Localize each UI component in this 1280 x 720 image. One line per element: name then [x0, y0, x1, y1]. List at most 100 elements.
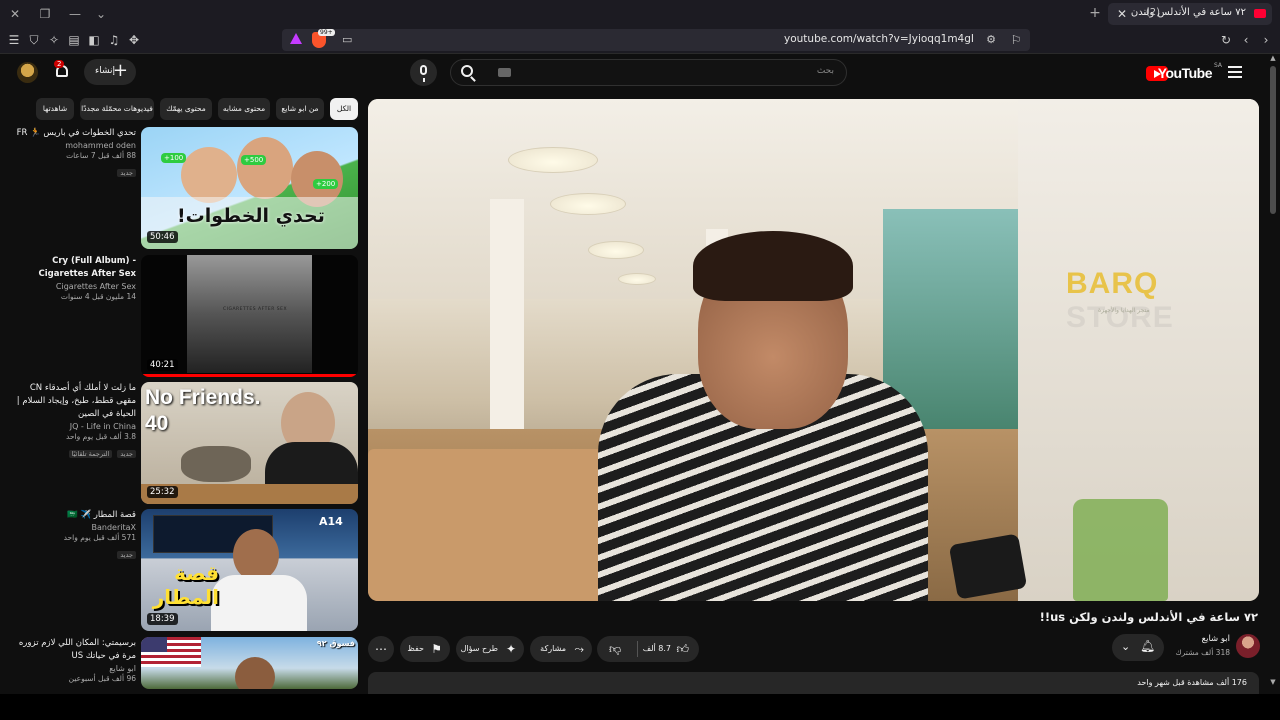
search-input[interactable]: بحث [817, 66, 834, 76]
chip-from-channel[interactable]: من ابو شايع [276, 98, 324, 120]
video-thumbnail[interactable]: CIGARETTES AFTER SEX 40:21 [141, 255, 358, 377]
shield-privacy-icon[interactable]: ⛉ [26, 32, 42, 48]
like-icon[interactable]: 👍︎ [676, 636, 689, 662]
logo-text: YouTube [1157, 65, 1213, 81]
puzzle-icon[interactable]: ✥ [126, 32, 142, 48]
video-title[interactable]: ما زلت لا أملك أي أصدقاء CN مقهى قطط، طب… [8, 382, 136, 421]
scroll-up-icon[interactable]: ▲ [1268, 54, 1278, 62]
search-box[interactable]: بحث [450, 59, 847, 86]
related-video-2[interactable]: CIGARETTES AFTER SEX 40:21 Cry (Full Alb… [6, 255, 358, 377]
reload-icon[interactable]: ↻ [1218, 32, 1234, 48]
create-label: إنشاء [95, 66, 116, 76]
tabs-icon[interactable]: ▤ [66, 32, 82, 48]
channel-avatar[interactable] [1236, 634, 1260, 658]
site-settings-icon[interactable]: ⚙ [986, 33, 996, 46]
share-icon: ⤳ [574, 642, 584, 656]
brave-rewards-icon[interactable] [290, 33, 302, 44]
channel-name[interactable]: Cigarettes After Sex [8, 282, 136, 291]
bottom-bar [0, 694, 1280, 720]
bookmark-icon[interactable]: ⚐ [1008, 32, 1024, 48]
share-label: مشاركة [540, 644, 566, 653]
close-tab-icon[interactable]: ✕ [1114, 6, 1130, 22]
create-button[interactable]: + إنشاء [84, 59, 136, 85]
music-icon[interactable]: ♫ [106, 32, 122, 48]
chip-all[interactable]: الكل [330, 98, 358, 120]
browser-toolbar: ☰ ⛉ ✧ ▤ ◧ ♫ ✥ 99+ ▭ youtube.com/watch?v=… [0, 27, 1280, 54]
thumb-tag: +200 [313, 179, 339, 189]
voice-search-button[interactable] [410, 59, 437, 86]
restore-window-icon[interactable]: ❐ [36, 5, 54, 23]
related-video-5[interactable]: فسوق ٩٢ برسيمتي: المكان اللي لازم تزوره … [6, 637, 358, 689]
channel-name[interactable]: mohammed oden [8, 141, 136, 150]
like-count[interactable]: 8.7 ألف [643, 636, 671, 662]
minimize-window-icon[interactable]: — [66, 5, 84, 23]
new-badge: جديد [117, 551, 136, 559]
scene-lamp [550, 193, 626, 215]
video-duration: 50:46 [147, 231, 178, 243]
thumb-tag: +500 [241, 155, 267, 165]
related-video-4[interactable]: A14 قصة المطار 18:39 قصة المطار ✈️ 🇸🇦 Ba… [6, 509, 358, 631]
more-icon: ⋯ [375, 642, 387, 656]
thumb-title: No Friends. [145, 386, 261, 409]
chip-watched[interactable]: شاهدتها [36, 98, 74, 120]
video-title[interactable]: Cry (Full Album) - Cigarettes After Sex [8, 255, 136, 281]
video-thumbnail[interactable]: فسوق ٩٢ [141, 637, 358, 689]
share-button[interactable]: ⤳ مشاركة [530, 636, 592, 662]
channel-name-main[interactable]: ابو شايع [1202, 634, 1230, 644]
microphone-icon [420, 65, 427, 82]
video-title[interactable]: برسيمتي: المكان اللي لازم تزوره مرة في ح… [8, 637, 136, 663]
video-title[interactable]: قصة المطار ✈️ 🇸🇦 [8, 509, 136, 522]
more-actions-button[interactable]: ⋯ [368, 636, 394, 662]
dislike-icon[interactable]: 👎︎ [609, 636, 621, 662]
ask-label: طرح سؤال [460, 644, 498, 653]
subscribed-button[interactable]: 🔔︎ ⌄ [1112, 634, 1164, 661]
url-text[interactable]: youtube.com/watch?v=Jyioqq1m4gI [784, 33, 974, 45]
page-scrollbar[interactable]: ▲ ▼ [1268, 54, 1278, 694]
account-avatar[interactable] [17, 62, 38, 83]
video-meta: Cry (Full Album) - Cigarettes After Sex … [8, 255, 136, 301]
chip-similar[interactable]: محتوى مشابه [218, 98, 270, 120]
scroll-down-icon[interactable]: ▼ [1268, 678, 1278, 686]
video-thumbnail[interactable]: +100 +500 +200 تحدي الخطوات! 50:46 [141, 127, 358, 249]
new-tab-button[interactable]: + [1086, 4, 1104, 22]
video-duration: 18:39 [147, 613, 178, 625]
browser-tab-bar: ✕ ❐ — ⌄ + ✕ ٧٢ ساعة في الأندلس ولندن (2) [0, 0, 1280, 27]
video-meta: قصة المطار ✈️ 🇸🇦 BanderitaX 571 ألف قبل … [8, 509, 136, 561]
video-meta: تحدي الخطوات في باريس 🏃 FR mohammed oden… [8, 127, 136, 179]
notifications-button[interactable]: 2 [52, 60, 74, 83]
divider [637, 641, 638, 657]
browser-tab-youtube[interactable]: ✕ ٧٢ ساعة في الأندلس ولندن (2) [1108, 3, 1272, 25]
keyboard-icon[interactable] [498, 68, 511, 77]
chip-recently-uploaded[interactable]: فيديوهات محمّلة مجددًا [80, 98, 154, 120]
guide-menu-icon[interactable] [1228, 66, 1242, 78]
video-title[interactable]: تحدي الخطوات في باريس 🏃 FR [8, 127, 136, 140]
menu-icon[interactable]: ☰ [6, 32, 22, 48]
watch-progress-bar [141, 374, 358, 377]
search-button[interactable] [451, 60, 489, 85]
sidebar-icon[interactable]: ◧ [86, 32, 102, 48]
extensions-icon[interactable]: ✧ [46, 32, 62, 48]
new-badge: جديد [117, 169, 136, 177]
address-bar[interactable]: 99+ ▭ youtube.com/watch?v=Jyioqq1m4gI ⚙ [282, 29, 1030, 51]
channel-name[interactable]: JQ - Life in China [8, 422, 136, 431]
scrollbar-thumb[interactable] [1270, 66, 1276, 214]
close-window-icon[interactable]: ✕ [6, 5, 24, 23]
auto-dubbed-badge: الترجمة تلقائيًا [68, 450, 113, 458]
chip-for-you[interactable]: محتوى يهمّك [160, 98, 212, 120]
scene-person-hair [693, 231, 853, 301]
video-thumbnail[interactable]: No Friends. 40 25:32 [141, 382, 358, 504]
video-meta: برسيمتي: المكان اللي لازم تزوره مرة في ح… [8, 637, 136, 683]
forward-icon[interactable]: › [1258, 32, 1274, 48]
reader-mode-icon[interactable]: ▭ [342, 33, 352, 46]
bell-icon: 🔔︎ [1140, 639, 1156, 653]
ask-button[interactable]: ✦ طرح سؤال [456, 636, 524, 662]
video-thumbnail[interactable]: A14 قصة المطار 18:39 [141, 509, 358, 631]
video-player[interactable]: BARQ STORE متجر الهدايا والأجهزة [368, 99, 1259, 601]
back-icon[interactable]: ‹ [1238, 32, 1254, 48]
related-video-3[interactable]: No Friends. 40 25:32 ما زلت لا أملك أي أ… [6, 382, 358, 504]
save-button[interactable]: ⚑ حفظ [400, 636, 450, 662]
channel-name[interactable]: ابو شايع [8, 664, 136, 673]
related-video-1[interactable]: +100 +500 +200 تحدي الخطوات! 50:46 تحدي … [6, 127, 358, 249]
tab-list-chevron-icon[interactable]: ⌄ [92, 5, 110, 23]
channel-name[interactable]: BanderitaX [8, 523, 137, 532]
